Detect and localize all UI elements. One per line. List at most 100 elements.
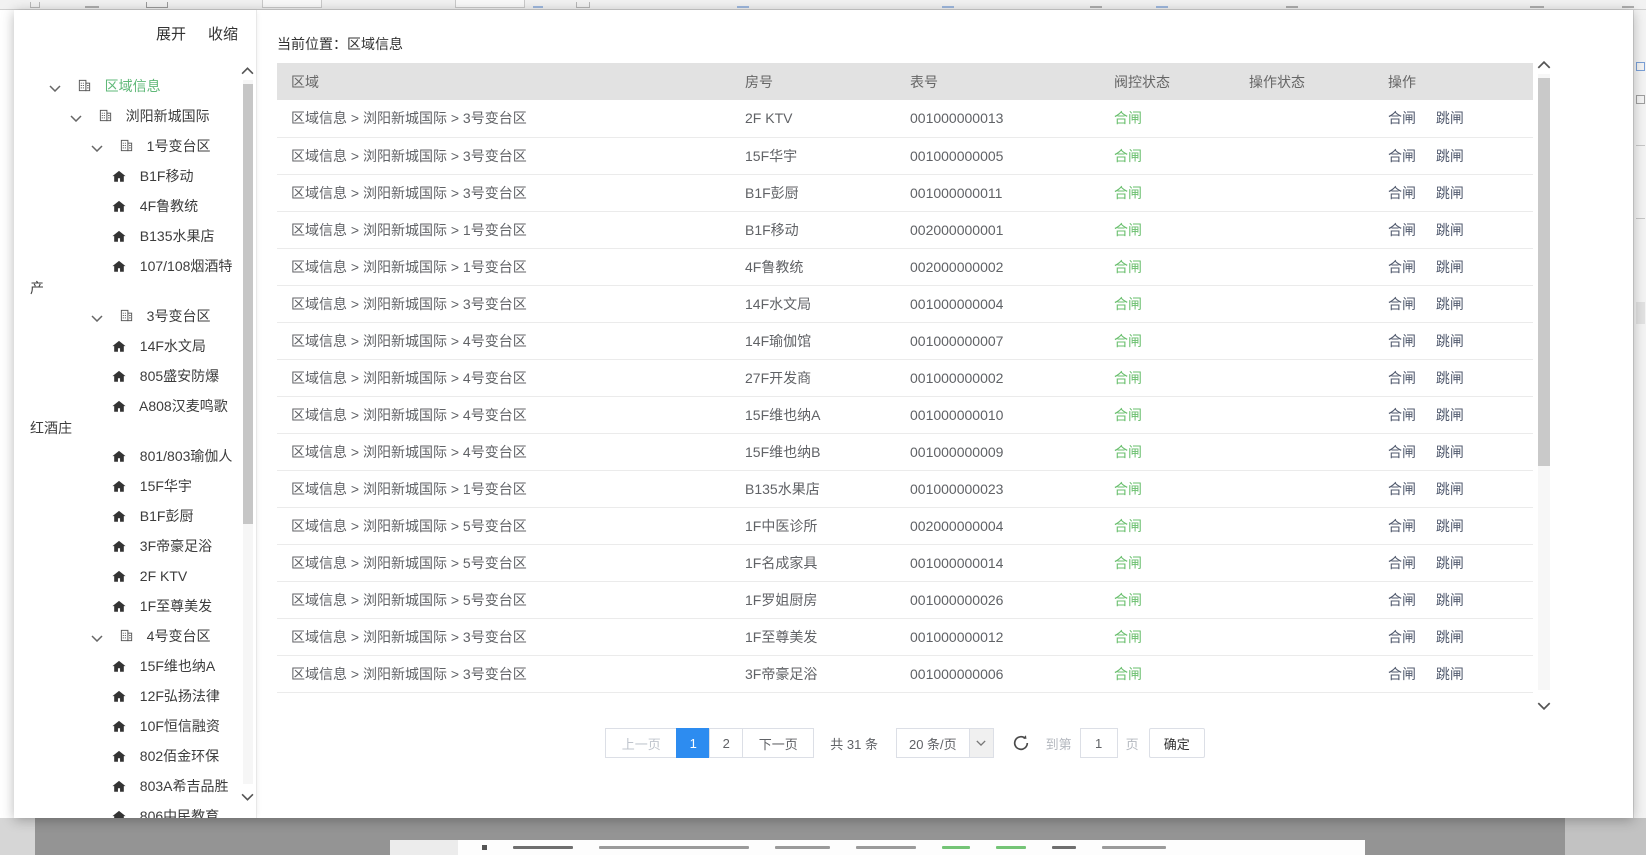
home-icon [112,778,127,798]
tree-item[interactable]: 3F帝豪足浴 [14,532,240,562]
cell-meter: 001000000009 [896,433,1100,470]
tree-item[interactable]: 4号变台区 [14,622,240,652]
confirm-button[interactable]: 确定 [1149,728,1205,758]
trip-valve-button[interactable]: 跳闸 [1436,370,1464,386]
close-valve-button[interactable]: 合闸 [1388,110,1416,126]
cell-op-status [1235,507,1374,544]
trip-valve-button[interactable]: 跳闸 [1436,222,1464,238]
close-valve-button[interactable]: 合闸 [1388,333,1416,349]
tree-item[interactable]: 802佰金环保 [14,742,240,772]
page-2-button[interactable]: 2 [709,728,743,758]
close-valve-button[interactable]: 合闸 [1388,185,1416,201]
cell-meter: 001000000026 [896,581,1100,618]
trip-valve-button[interactable]: 跳闸 [1436,666,1464,682]
cell-actions: 合闸 跳闸 [1374,433,1533,470]
tree-item[interactable]: A808汉麦鸣歌红酒庄 [14,392,240,442]
tree-item[interactable]: 14F水文局 [14,332,240,362]
tree-item[interactable]: 4F鲁教统 [14,192,240,222]
table-row: 区域信息 > 浏阳新城国际 > 1号变台区 B1F移动 002000000001… [277,211,1533,248]
table-scrollbar[interactable] [1536,56,1553,712]
tree-item[interactable]: 801/803瑜伽人 [14,442,240,472]
close-valve-button[interactable]: 合闸 [1388,370,1416,386]
close-valve-button[interactable]: 合闸 [1388,518,1416,534]
tree-item[interactable]: 805盛安防爆 [14,362,240,392]
close-valve-button[interactable]: 合闸 [1388,407,1416,423]
close-valve-button[interactable]: 合闸 [1388,148,1416,164]
tree-item[interactable]: 12F弘扬法律 [14,682,240,712]
tree-item[interactable]: 806中民教育 [14,802,240,818]
trip-valve-button[interactable]: 跳闸 [1436,444,1464,460]
tree-item[interactable]: B135水果店 [14,222,240,252]
close-valve-button[interactable]: 合闸 [1388,555,1416,571]
page-size-select[interactable]: 20 条/页 [896,728,994,758]
trip-valve-button[interactable]: 跳闸 [1436,259,1464,275]
scroll-thumb[interactable] [243,84,253,524]
tree-item[interactable]: 3号变台区 [14,302,240,332]
scroll-up-icon[interactable] [1537,56,1552,71]
tree-item[interactable]: 107/108烟酒特产 [14,252,240,302]
chevron-down-icon[interactable] [969,729,993,757]
trip-valve-button[interactable]: 跳闸 [1436,333,1464,349]
cell-actions: 合闸 跳闸 [1374,285,1533,322]
main-content: 当前位置：区域信息 区域 房号 表号 阀控状态 操作状态 操作 [257,10,1633,818]
page-1-button[interactable]: 1 [676,728,710,758]
chevron-down-icon[interactable] [91,627,105,647]
tree-item-label: 15F维也纳A [140,658,215,674]
cell-region: 区域信息 > 浏阳新城国际 > 4号变台区 [277,396,731,433]
valve-status-badge: 合闸 [1100,174,1235,211]
tree-item[interactable]: 15F华宇 [14,472,240,502]
close-valve-button[interactable]: 合闸 [1388,592,1416,608]
trip-valve-button[interactable]: 跳闸 [1436,592,1464,608]
trip-valve-button[interactable]: 跳闸 [1436,148,1464,164]
tree-item[interactable]: 浏阳新城国际 [14,102,240,132]
valve-status-badge: 合闸 [1100,655,1235,692]
cell-region: 区域信息 > 浏阳新城国际 > 4号变台区 [277,433,731,470]
close-valve-button[interactable]: 合闸 [1388,296,1416,312]
trip-valve-button[interactable]: 跳闸 [1436,518,1464,534]
tree-item[interactable]: 15F维也纳A [14,652,240,682]
scroll-down-icon[interactable] [241,788,255,802]
close-valve-button[interactable]: 合闸 [1388,259,1416,275]
tree-item[interactable]: 1F至尊美发 [14,592,240,622]
cell-actions: 合闸 跳闸 [1374,174,1533,211]
valve-status-badge: 合闸 [1100,433,1235,470]
tree-item[interactable]: B1F移动 [14,162,240,192]
goto-page-input[interactable] [1080,728,1118,758]
collapse-all-button[interactable]: 收缩 [208,23,238,44]
close-valve-button[interactable]: 合闸 [1388,481,1416,497]
next-page-button[interactable]: 下一页 [742,728,814,758]
valve-status-badge: 合闸 [1100,618,1235,655]
trip-valve-button[interactable]: 跳闸 [1436,481,1464,497]
expand-all-button[interactable]: 展开 [156,23,186,44]
background-toolbar [0,0,1646,10]
tree-item-label: 1号变台区 [147,138,211,154]
trip-valve-button[interactable]: 跳闸 [1436,555,1464,571]
close-valve-button[interactable]: 合闸 [1388,222,1416,238]
tree-item[interactable]: 10F恒信融资 [14,712,240,742]
prev-page-button[interactable]: 上一页 [605,728,677,758]
trip-valve-button[interactable]: 跳闸 [1436,629,1464,645]
sidebar-scrollbar[interactable] [241,62,255,804]
scroll-down-icon[interactable] [1537,697,1552,712]
close-valve-button[interactable]: 合闸 [1388,629,1416,645]
scroll-thumb[interactable] [1538,78,1550,466]
tree-item[interactable]: 2F KTV [14,562,240,592]
cell-room: 14F瑜伽馆 [731,322,896,359]
chevron-down-icon[interactable] [70,107,84,127]
tree-item[interactable]: 区域信息 [14,72,240,102]
tree-item[interactable]: 803A希吉品胜 [14,772,240,802]
close-valve-button[interactable]: 合闸 [1388,666,1416,682]
chevron-down-icon[interactable] [49,77,63,97]
home-icon [112,198,127,218]
chevron-down-icon[interactable] [91,137,105,157]
close-valve-button[interactable]: 合闸 [1388,444,1416,460]
scroll-up-icon[interactable] [241,62,255,76]
trip-valve-button[interactable]: 跳闸 [1436,110,1464,126]
trip-valve-button[interactable]: 跳闸 [1436,407,1464,423]
tree-item[interactable]: 1号变台区 [14,132,240,162]
tree-item[interactable]: B1F彭厨 [14,502,240,532]
refresh-button[interactable] [1012,734,1030,752]
trip-valve-button[interactable]: 跳闸 [1436,296,1464,312]
trip-valve-button[interactable]: 跳闸 [1436,185,1464,201]
chevron-down-icon[interactable] [91,307,105,327]
